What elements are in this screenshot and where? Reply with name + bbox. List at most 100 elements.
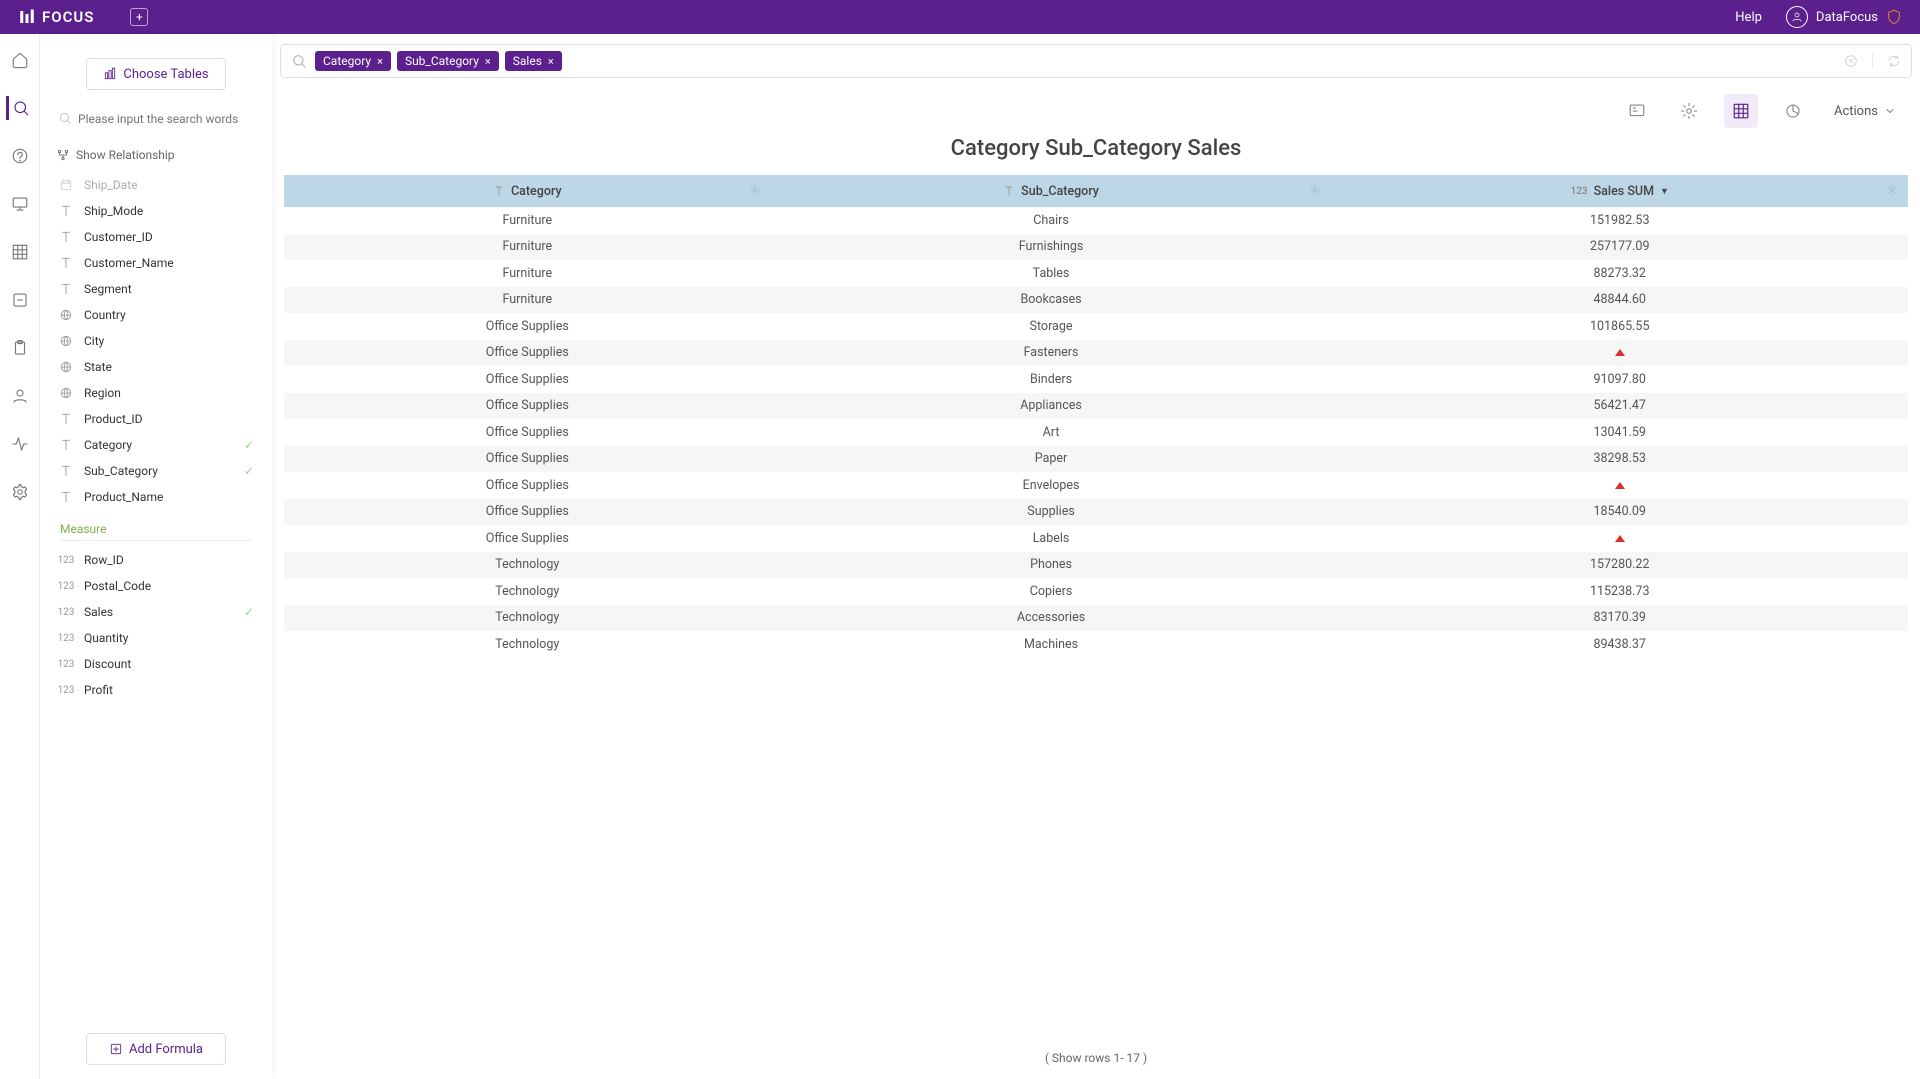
cell-subcategory: Tables	[771, 260, 1332, 287]
table-row[interactable]: Office SuppliesSupplies18540.09	[284, 499, 1908, 526]
field-item-state[interactable]: State	[52, 354, 260, 380]
table-row[interactable]: Office SuppliesPaper38298.53	[284, 446, 1908, 473]
rail-home[interactable]	[8, 48, 32, 72]
config-button[interactable]	[1672, 94, 1706, 128]
choose-tables-button[interactable]: Choose Tables	[86, 58, 226, 90]
rail-help[interactable]	[8, 144, 32, 168]
chip-remove-icon[interactable]: ×	[377, 55, 383, 68]
cell-category: Office Supplies	[284, 340, 771, 367]
field-name: Country	[84, 308, 254, 322]
column-header-category[interactable]: Category	[284, 175, 771, 207]
column-header-sales-sum[interactable]: 123Sales SUM ▼	[1331, 175, 1908, 207]
chart-view-button[interactable]	[1776, 94, 1810, 128]
table-view-button[interactable]	[1724, 94, 1758, 128]
search-chip-sales[interactable]: Sales×	[505, 51, 562, 71]
refresh-icon[interactable]	[1887, 54, 1901, 68]
table-row[interactable]: TechnologyPhones157280.22	[284, 552, 1908, 579]
field-item-row_id[interactable]: 123Row_ID	[52, 547, 260, 573]
field-name: Discount	[84, 657, 254, 671]
actions-label: Actions	[1834, 104, 1878, 119]
table-row[interactable]: FurnitureTables88273.32	[284, 260, 1908, 287]
field-item-postal_code[interactable]: 123Postal_Code	[52, 573, 260, 599]
field-name: Customer_Name	[84, 256, 254, 270]
field-item-ship_date[interactable]: Ship_Date	[52, 172, 260, 198]
cell-sales: 48844.60	[1331, 287, 1908, 314]
rail-clipboard[interactable]	[8, 336, 32, 360]
data-table: CategorySub_Category123Sales SUM ▼ Furni…	[284, 175, 1908, 658]
check-icon: ✓	[244, 464, 254, 478]
cell-category: Technology	[284, 578, 771, 605]
field-item-city[interactable]: City	[52, 328, 260, 354]
field-item-sub_category[interactable]: Sub_Category✓	[52, 458, 260, 484]
field-item-product_id[interactable]: Product_ID	[52, 406, 260, 432]
rail-tables[interactable]	[8, 240, 32, 264]
field-type-icon: 123	[58, 659, 74, 670]
field-type-icon	[58, 412, 74, 426]
rail-resources[interactable]	[8, 288, 32, 312]
field-type-icon	[58, 334, 74, 348]
clear-icon[interactable]	[1844, 54, 1858, 68]
field-item-discount[interactable]: 123 Discount	[52, 651, 260, 677]
chip-remove-icon[interactable]: ×	[548, 55, 554, 68]
rail-search[interactable]	[6, 96, 30, 120]
new-tab-button[interactable]: +	[130, 8, 148, 26]
rail-settings[interactable]	[8, 480, 32, 504]
cell-category: Furniture	[284, 287, 771, 314]
side-panel: Choose Tables Show Relationship Ship_Dat…	[40, 34, 272, 1079]
search-chip-sub_category[interactable]: Sub_Category×	[397, 51, 499, 71]
cell-subcategory: Fasteners	[771, 340, 1332, 367]
cell-subcategory: Storage	[771, 313, 1332, 340]
field-item-sales[interactable]: 123Sales✓	[52, 599, 260, 625]
search-chip-category[interactable]: Category×	[315, 51, 391, 71]
field-item-customer_id[interactable]: Customer_ID	[52, 224, 260, 250]
field-item-quantity[interactable]: 123Quantity	[52, 625, 260, 651]
topbar: FOCUS + Help DataFocus	[0, 0, 1920, 34]
add-formula-button[interactable]: Add Formula	[86, 1033, 226, 1065]
table-row[interactable]: Office SuppliesArt13041.59	[284, 419, 1908, 446]
column-gear-icon[interactable]	[749, 184, 761, 196]
table-row[interactable]: FurnitureFurnishings257177.09	[284, 234, 1908, 261]
field-name: Sales	[84, 605, 234, 619]
sql-view-button[interactable]	[1620, 94, 1654, 128]
column-gear-icon[interactable]	[1309, 184, 1321, 196]
table-row[interactable]: TechnologyAccessories83170.39	[284, 605, 1908, 632]
data-table-wrap: CategorySub_Category123Sales SUM ▼ Furni…	[280, 175, 1912, 1039]
search-bar[interactable]: Category× Sub_Category× Sales×	[280, 44, 1912, 78]
field-item-product_name[interactable]: Product_Name	[52, 484, 260, 510]
table-row[interactable]: Office SuppliesStorage101865.55	[284, 313, 1908, 340]
rail-users[interactable]	[8, 384, 32, 408]
column-header-sub_category[interactable]: Sub_Category	[771, 175, 1332, 207]
field-item-ship_mode[interactable]: Ship_Mode	[52, 198, 260, 224]
field-item-country[interactable]: Country	[52, 302, 260, 328]
field-type-icon	[58, 490, 74, 504]
table-row[interactable]: Office SuppliesEnvelopes	[284, 472, 1908, 499]
alert-icon	[1615, 535, 1625, 542]
actions-menu[interactable]: Actions	[1828, 104, 1902, 119]
show-relationship-toggle[interactable]: Show Relationship	[56, 148, 256, 162]
table-row[interactable]: TechnologyMachines89438.37	[284, 631, 1908, 658]
table-row[interactable]: Office SuppliesAppliances56421.47	[284, 393, 1908, 420]
table-row[interactable]: Office SuppliesLabels	[284, 525, 1908, 552]
cell-sales	[1331, 340, 1908, 367]
cell-category: Office Supplies	[284, 499, 771, 526]
table-row[interactable]: FurnitureBookcases48844.60	[284, 287, 1908, 314]
table-row[interactable]: Office SuppliesBinders91097.80	[284, 366, 1908, 393]
table-row[interactable]: FurnitureChairs151982.53	[284, 207, 1908, 234]
field-search-input[interactable]	[56, 104, 256, 134]
field-item-customer_name[interactable]: Customer_Name	[52, 250, 260, 276]
field-item-segment[interactable]: Segment	[52, 276, 260, 302]
cell-category: Office Supplies	[284, 366, 771, 393]
field-item-category[interactable]: Category✓	[52, 432, 260, 458]
logo[interactable]: FOCUS	[18, 8, 94, 26]
field-item-region[interactable]: Region	[52, 380, 260, 406]
help-link[interactable]: Help	[1735, 10, 1762, 25]
chip-remove-icon[interactable]: ×	[485, 55, 491, 68]
rail-activity[interactable]	[8, 432, 32, 456]
field-item-profit[interactable]: 123Profit	[52, 677, 260, 703]
user-menu[interactable]: DataFocus	[1786, 6, 1902, 28]
table-row[interactable]: TechnologyCopiers115238.73	[284, 578, 1908, 605]
rail-present[interactable]	[8, 192, 32, 216]
cell-category: Office Supplies	[284, 525, 771, 552]
column-gear-icon[interactable]	[1886, 184, 1898, 196]
table-row[interactable]: Office SuppliesFasteners	[284, 340, 1908, 367]
